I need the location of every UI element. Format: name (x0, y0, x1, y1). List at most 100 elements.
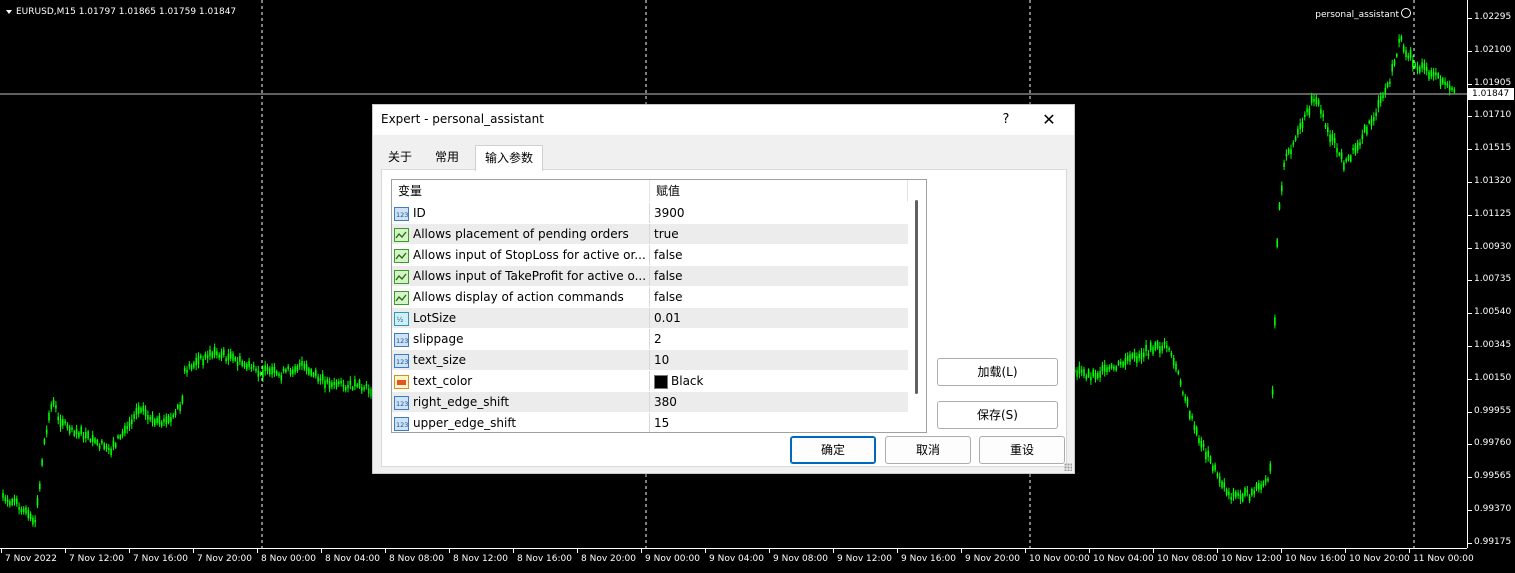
cancel-button[interactable]: 取消 (885, 436, 971, 464)
help-button[interactable]: ? (995, 109, 1017, 131)
candle-body (1320, 109, 1322, 114)
table-row[interactable]: 123 ID 3900 (392, 202, 908, 224)
parameter-value[interactable]: 380 (654, 392, 677, 413)
table-row[interactable]: Allows input of TakeProfit for active o.… (392, 265, 908, 287)
candle-body (1258, 483, 1260, 490)
parameter-value[interactable]: false (654, 266, 683, 287)
symbol-info[interactable]: EURUSD,M15 1.01797 1.01865 1.01759 1.018… (6, 7, 236, 17)
parameter-value[interactable]: 3900 (654, 203, 685, 224)
time-tick-label: 8 Nov 00:00 (257, 549, 316, 564)
candle-body (1347, 155, 1350, 161)
candle-body (1301, 122, 1304, 128)
price-tick-label: 1.01905 (1467, 77, 1512, 88)
candle-body (1267, 478, 1269, 481)
reset-button[interactable]: 重设 (979, 436, 1065, 464)
price-tick-label: 1.00930 (1467, 241, 1512, 252)
candle-body (94, 438, 96, 444)
tab-inputs[interactable]: 输入参数 (475, 145, 543, 171)
time-axis[interactable]: 7 Nov 2022 7 Nov 12:00 7 Nov 16:00 7 Nov 20… (0, 548, 1474, 573)
input-parameters-table[interactable]: 变量 赋值 123 ID 3900 Allows placement of pendi… (391, 179, 927, 433)
tab-common[interactable]: 常用 (427, 145, 467, 169)
candle-body (1262, 482, 1265, 486)
candle-body (163, 418, 165, 423)
time-tick-label: 10 Nov 12:00 (1217, 549, 1282, 564)
parameter-value[interactable]: 2 (654, 329, 662, 350)
table-row[interactable]: 123 text_size 10 (392, 349, 908, 371)
boolean-icon (394, 290, 409, 305)
candle-body (1163, 341, 1166, 345)
color-swatch[interactable] (654, 375, 668, 389)
candle-body (331, 382, 333, 387)
table-row[interactable]: Allows placement of pending orders true (392, 223, 908, 245)
table-row[interactable]: Allows input of StopLoss for active or..… (392, 244, 908, 266)
candle-body (1223, 482, 1226, 488)
candle-body (170, 417, 172, 422)
candle-body (91, 435, 94, 443)
candle-body (1446, 83, 1449, 86)
table-row[interactable]: 123 slippage 2 (392, 328, 908, 350)
candle-body (1354, 145, 1357, 154)
parameter-value[interactable]: false (654, 287, 683, 308)
resize-grip-icon[interactable] (1064, 463, 1072, 471)
scrollbar-thumb[interactable] (915, 200, 918, 394)
candle-body (1214, 464, 1216, 471)
candle-body (1393, 60, 1396, 66)
candle-body (101, 440, 103, 444)
boolean-icon (394, 227, 409, 242)
parameter-value[interactable]: false (654, 245, 683, 266)
candle-body (1382, 95, 1384, 99)
table-scrollbar[interactable] (908, 180, 925, 432)
candle-body (82, 435, 85, 439)
ok-button[interactable]: 确定 (790, 436, 876, 464)
column-divider (649, 266, 650, 287)
candle-body (285, 369, 287, 373)
save-button[interactable]: 保存(S) (937, 401, 1058, 429)
table-row[interactable]: Allows display of action commands false (392, 286, 908, 308)
candle-body (1140, 352, 1143, 360)
header-value[interactable]: 赋值 (650, 180, 908, 202)
table-row[interactable]: ½ LotSize 0.01 (392, 307, 908, 329)
table-row[interactable]: 123 right_edge_shift 380 (392, 391, 908, 413)
candle-body (103, 443, 105, 450)
dialog-titlebar[interactable]: Expert - personal_assistant ? ✕ (373, 105, 1074, 135)
candle-body (1324, 124, 1327, 127)
candle-body (1370, 119, 1373, 126)
candle-body (181, 395, 184, 404)
candle-body (1110, 364, 1113, 369)
candle-body (298, 362, 301, 367)
tab-about[interactable]: 关于 (381, 145, 419, 169)
table-row[interactable]: 123 upper_edge_shift 15 (392, 412, 908, 432)
close-button[interactable]: ✕ (1037, 109, 1061, 131)
parameter-value[interactable]: 0.01 (654, 308, 681, 329)
load-button[interactable]: 加载(L) (937, 358, 1058, 386)
candle-body (11, 498, 13, 505)
boolean-icon (394, 269, 409, 284)
candle-body (1400, 36, 1403, 41)
candle-body (1361, 134, 1364, 140)
parameter-value[interactable]: 10 (654, 350, 669, 371)
parameter-value[interactable]: 15 (654, 413, 669, 432)
candle-body (149, 417, 151, 420)
candle-body (1285, 153, 1288, 157)
candle-body (193, 362, 195, 368)
dropdown-arrow-icon[interactable] (6, 9, 12, 14)
parameter-name: upper_edge_shift (413, 416, 517, 430)
candle-body (1117, 361, 1120, 365)
candle-body (1391, 64, 1393, 72)
candle-body (1085, 375, 1088, 380)
parameter-value[interactable]: true (654, 224, 679, 245)
candle-body (195, 357, 197, 366)
parameter-name: slippage (413, 332, 464, 346)
price-axis[interactable]: 1.02295 1.02100 1.01905 1.01710 1.01515 1.013… (1467, 0, 1515, 548)
candle-body (140, 407, 142, 413)
table-row[interactable]: text_color Black (392, 370, 908, 392)
candle-body (1366, 126, 1368, 135)
candle-body (347, 384, 349, 389)
candle-body (78, 432, 80, 438)
candle-body (338, 381, 340, 385)
expert-advisor-label[interactable]: personal_assistant (1315, 8, 1411, 20)
candle-body (1126, 355, 1129, 361)
header-variable[interactable]: 变量 (392, 180, 650, 202)
candle-body (315, 369, 317, 377)
parameter-value[interactable]: Black (671, 371, 703, 392)
